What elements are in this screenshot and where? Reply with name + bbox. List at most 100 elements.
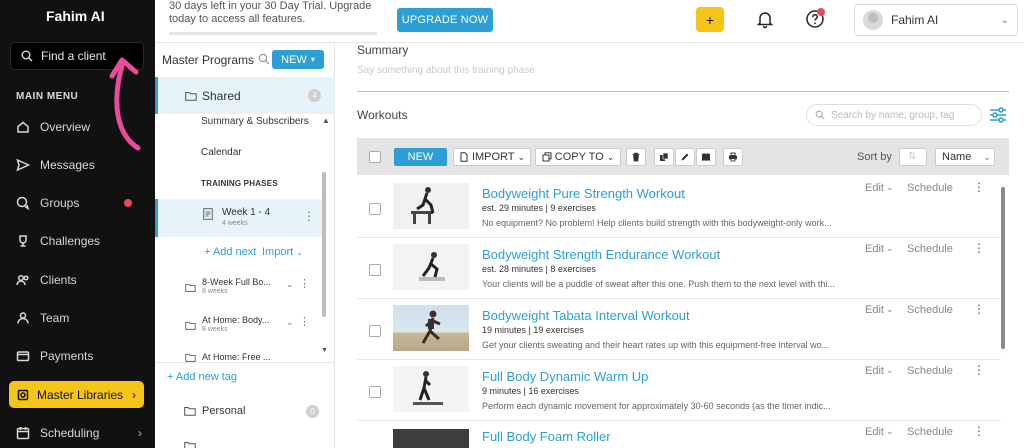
workout-search-input[interactable]: Search by name, group, tag	[806, 104, 982, 126]
workouts-scrollbar[interactable]	[1001, 187, 1005, 349]
phase-week-1-4[interactable]: Week 1 - 4 4 weeks ⋮	[155, 199, 322, 237]
printer-icon	[729, 152, 737, 162]
workout-title[interactable]: Full Body Dynamic Warm Up	[482, 369, 648, 384]
nav-item-master-libraries[interactable]: Master Libraries ›	[9, 381, 144, 408]
collapse-up-icon[interactable]: ▲	[322, 116, 330, 125]
folder-icon	[184, 407, 196, 416]
delete-button[interactable]	[626, 148, 646, 166]
more-vertical-icon[interactable]: ⋮	[973, 424, 985, 438]
select-all-checkbox[interactable]	[369, 151, 381, 163]
nav-label: Team	[40, 311, 70, 325]
nav-item-clients[interactable]: Clients	[16, 270, 146, 290]
more-vertical-icon[interactable]: ⋮	[299, 277, 310, 290]
schedule-link[interactable]: Schedule	[907, 182, 953, 194]
chevron-down-icon: ⌄	[517, 151, 526, 162]
workout-row[interactable]: Full Body Foam Roller Edit ⌄ Schedule ⋮	[357, 421, 1001, 448]
trophy-icon	[19, 235, 27, 247]
workout-title[interactable]: Full Body Foam Roller	[482, 429, 611, 444]
more-vertical-icon[interactable]: ⋮	[299, 315, 310, 328]
book-button[interactable]	[696, 148, 716, 166]
menu-heading: MAIN MENU	[16, 91, 79, 102]
import-phase-link[interactable]: Import ⌄	[262, 246, 303, 258]
row-checkbox[interactable]	[369, 203, 381, 215]
scroll-down-icon[interactable]: ▼	[321, 347, 328, 354]
workout-row[interactable]: Bodyweight Strength Endurance Workout es…	[357, 238, 1001, 299]
chevron-down-icon[interactable]: ⌄	[286, 317, 294, 328]
count-badge: 0	[306, 405, 319, 418]
more-vertical-icon[interactable]: ⋮	[973, 241, 985, 255]
summary-heading: Summary	[357, 43, 409, 57]
workout-thumbnail	[393, 366, 469, 412]
nav-item-challenges[interactable]: Challenges	[16, 231, 146, 251]
filter-sliders-icon[interactable]	[989, 106, 1007, 124]
row-checkbox[interactable]	[369, 325, 381, 337]
scrollbar[interactable]	[322, 172, 326, 317]
workout-title[interactable]: Bodyweight Strength Endurance Workout	[482, 247, 720, 262]
nav-item-groups[interactable]: Groups	[16, 193, 146, 213]
count-badge: 4	[308, 89, 321, 102]
upgrade-button[interactable]: UPGRADE NOW	[397, 8, 493, 32]
schedule-link[interactable]: Schedule	[907, 243, 953, 255]
nav-item-scheduling[interactable]: Scheduling ›	[16, 423, 146, 443]
home-icon	[17, 121, 29, 133]
schedule-link[interactable]: Schedule	[907, 304, 953, 316]
workout-title[interactable]: Bodyweight Pure Strength Workout	[482, 186, 685, 201]
add-new-tag-link[interactable]: + Add new tag	[167, 371, 237, 383]
chevron-down-icon[interactable]: ⌄	[286, 279, 294, 290]
program-row[interactable]: 8-Week Full Bo... 8 weeks ⌄ ⋮	[185, 277, 322, 301]
search-icon[interactable]	[258, 53, 270, 65]
row-checkbox[interactable]	[369, 386, 381, 398]
summary-subscribers-link[interactable]: Summary & Subscribers	[201, 116, 309, 127]
new-workout-button[interactable]: NEW	[394, 148, 447, 166]
nav-label: Payments	[40, 349, 94, 363]
more-vertical-icon[interactable]: ⋮	[973, 363, 985, 377]
duplicate-button[interactable]	[654, 148, 674, 166]
edit-dropdown[interactable]: Edit ⌄	[865, 426, 894, 438]
print-button[interactable]	[723, 148, 743, 166]
new-program-button[interactable]: NEW ▾	[272, 50, 324, 69]
nav-item-payments[interactable]: Payments	[16, 346, 146, 366]
chevron-down-icon: ⌄	[1000, 14, 1009, 26]
edit-dropdown[interactable]: Edit ⌄	[865, 365, 894, 377]
copy-to-button[interactable]: COPY TO ⌄	[535, 148, 621, 166]
workout-meta: 19 minutes | 19 exercises	[482, 325, 584, 335]
more-vertical-icon[interactable]: ⋮	[973, 180, 985, 194]
row-checkbox[interactable]	[369, 264, 381, 276]
user-menu[interactable]: Fahim AI ⌄	[854, 4, 1018, 36]
nav-item-team[interactable]: Team	[16, 308, 146, 328]
workout-row[interactable]: Bodyweight Tabata Interval Workout 19 mi…	[357, 299, 1001, 360]
copy-icon	[542, 152, 552, 162]
training-phases-heading: TRAINING PHASES	[201, 179, 278, 188]
folder-icon	[185, 283, 196, 292]
pencil-icon	[681, 153, 689, 161]
sort-direction-button[interactable]: ⇅	[899, 148, 927, 166]
users-icon	[16, 274, 29, 286]
summary-underline	[357, 91, 1009, 92]
user-name: Fahim AI	[891, 13, 939, 27]
edit-dropdown[interactable]: Edit ⌄	[865, 304, 894, 316]
programs-heading: Master Programs	[162, 53, 255, 67]
edit-dropdown[interactable]: Edit ⌄	[865, 243, 894, 255]
add-button[interactable]: +	[696, 7, 724, 32]
more-vertical-icon[interactable]: ⋮	[303, 209, 315, 223]
edit-button[interactable]	[675, 148, 695, 166]
copy-to-label: COPY TO	[554, 151, 604, 163]
schedule-link[interactable]: Schedule	[907, 365, 953, 377]
bell-icon[interactable]	[755, 9, 775, 29]
edit-dropdown[interactable]: Edit ⌄	[865, 182, 894, 194]
workout-row[interactable]: Bodyweight Pure Strength Workout est. 29…	[357, 177, 1001, 238]
folder-shared[interactable]: Shared 4	[155, 77, 335, 114]
more-vertical-icon[interactable]: ⋮	[973, 302, 985, 316]
program-title: At Home: Free ...	[202, 352, 271, 362]
workout-title[interactable]: Bodyweight Tabata Interval Workout	[482, 308, 690, 323]
import-button[interactable]: IMPORT ⌄	[453, 148, 531, 166]
chevron-down-icon: ⌄	[885, 365, 894, 375]
workout-row[interactable]: Full Body Dynamic Warm Up 9 minutes | 16…	[357, 360, 1001, 421]
add-next-phase-link[interactable]: + Add next	[204, 246, 256, 258]
schedule-link[interactable]: Schedule	[907, 426, 953, 438]
sort-select[interactable]: Name ⌄	[935, 148, 995, 166]
summary-input[interactable]: Say something about this training phase	[357, 65, 535, 76]
program-row[interactable]: At Home: Body... 8 weeks ⌄ ⋮	[185, 315, 322, 339]
nav-item-messages[interactable]: Messages	[16, 155, 146, 175]
calendar-link[interactable]: Calendar	[201, 147, 242, 158]
